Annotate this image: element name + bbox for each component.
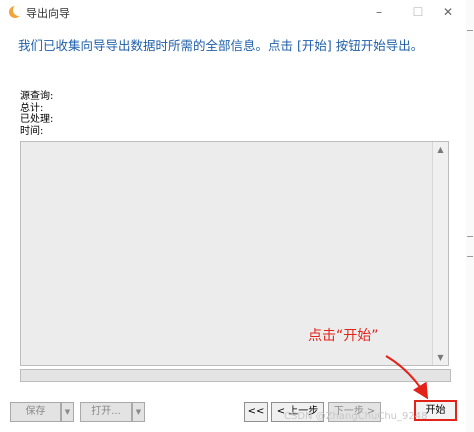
export-log-area[interactable]: ▲ ▼ (20, 141, 449, 366)
edge-mark (467, 256, 473, 257)
log-vertical-scrollbar[interactable]: ▲ ▼ (432, 142, 448, 365)
csdn-watermark: CSDN @ZhangChuChu_9248 (284, 411, 428, 422)
wizard-instruction: 我们已收集向导导出数据时所需的全部信息。点击 [开始] 按钮开始导出。 (18, 38, 424, 53)
title-bar: 导出向导 – ☐ ✕ (0, 0, 466, 24)
window-title: 导出向导 (26, 7, 70, 20)
edge-mark (467, 30, 473, 31)
app-logo-icon (9, 6, 21, 18)
export-wizard-window: 导出向导 – ☐ ✕ 我们已收集向导导出数据时所需的全部信息。点击 [开始] 按… (0, 0, 467, 432)
close-button[interactable]: ✕ (437, 2, 459, 22)
click-start-annotation: 点击“开始” (308, 328, 379, 344)
edge-mark (467, 236, 473, 237)
background-window-edge (466, 0, 474, 432)
minimize-button[interactable]: – (368, 2, 390, 22)
save-dropdown-icon[interactable]: ▼ (61, 402, 74, 422)
maximize-button[interactable]: ☐ (407, 2, 429, 22)
stat-time: 时间: (20, 125, 44, 137)
first-page-button[interactable]: << (244, 402, 268, 422)
save-button[interactable]: 保存 (10, 402, 61, 422)
stat-total: 总计: (20, 102, 44, 114)
annotation-arrow-icon (385, 355, 429, 400)
export-stats: 源查询: 总计: 已处理: 时间: (20, 91, 53, 137)
open-dropdown-icon[interactable]: ▼ (132, 402, 145, 422)
scroll-up-icon[interactable]: ▲ (433, 142, 448, 157)
open-button[interactable]: 打开... (80, 402, 132, 422)
stat-source-query: 源查询: (20, 91, 54, 102)
stat-processed: 已处理: (20, 114, 54, 125)
